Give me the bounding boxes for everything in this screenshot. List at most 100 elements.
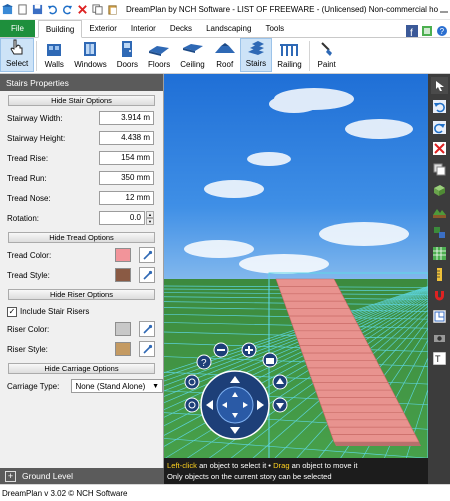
magnet-icon[interactable] bbox=[431, 287, 448, 304]
tread-run-input[interactable]: 350 mm bbox=[99, 171, 154, 185]
stair-tread[interactable] bbox=[291, 323, 362, 332]
riser-color-swatch[interactable] bbox=[115, 322, 131, 336]
stair-tread[interactable] bbox=[283, 300, 350, 309]
rotation-spinner[interactable]: ▲ ▼ bbox=[146, 211, 154, 225]
hide-carriage-options-button[interactable]: Hide Carriage Options bbox=[8, 363, 155, 374]
stair-tread[interactable] bbox=[275, 278, 339, 287]
roof-button[interactable]: Roof bbox=[210, 38, 240, 72]
railing-button[interactable]: Railing bbox=[272, 38, 306, 72]
select-button[interactable]: Select bbox=[0, 38, 35, 72]
box-object-icon[interactable] bbox=[431, 182, 448, 199]
tab-decks[interactable]: Decks bbox=[163, 20, 199, 37]
zoom-in-button[interactable] bbox=[241, 342, 257, 358]
stairs-button[interactable]: Stairs bbox=[239, 38, 273, 72]
new-icon[interactable] bbox=[15, 2, 30, 17]
floors-button[interactable]: Floors bbox=[143, 38, 175, 72]
cursor-tool-icon[interactable] bbox=[431, 77, 448, 94]
text-tool-icon[interactable]: T bbox=[431, 350, 448, 367]
stair-tread[interactable] bbox=[299, 345, 374, 354]
expand-plus-icon[interactable]: + bbox=[5, 470, 16, 482]
tread-style-picker-button[interactable] bbox=[139, 267, 155, 283]
camera-tool-icon[interactable] bbox=[431, 329, 448, 346]
stair-tread[interactable] bbox=[325, 419, 412, 428]
terrain-icon[interactable] bbox=[431, 203, 448, 220]
minimize-button[interactable] bbox=[438, 3, 450, 17]
navigation-widget[interactable]: ? bbox=[180, 342, 290, 452]
eyedropper-icon bbox=[142, 324, 152, 334]
tilt-down-icon[interactable] bbox=[272, 397, 288, 413]
stair-tread[interactable] bbox=[307, 367, 385, 376]
tread-style-swatch[interactable] bbox=[115, 268, 131, 282]
door-icon bbox=[117, 40, 137, 57]
stair-tread[interactable] bbox=[301, 352, 377, 361]
facebook-icon[interactable]: f bbox=[405, 24, 418, 37]
stair-tread[interactable] bbox=[286, 308, 354, 317]
stair-tread[interactable] bbox=[323, 412, 408, 421]
stair-tread[interactable] bbox=[296, 337, 370, 346]
stair-tread[interactable] bbox=[330, 434, 420, 443]
rotate-right-icon[interactable] bbox=[184, 397, 200, 413]
rotation-input[interactable]: 0.0 bbox=[99, 211, 145, 225]
tab-interior[interactable]: Interior bbox=[124, 20, 163, 37]
tab-tools[interactable]: Tools bbox=[258, 20, 291, 37]
paint-button[interactable]: Paint bbox=[312, 38, 342, 72]
doors-button[interactable]: Doors bbox=[112, 38, 143, 72]
tread-color-swatch[interactable] bbox=[115, 248, 131, 262]
zoom-out-button[interactable] bbox=[213, 342, 229, 358]
rotate-left-icon[interactable] bbox=[184, 374, 200, 390]
stair-tread[interactable] bbox=[304, 360, 381, 369]
hide-tread-options-button[interactable]: Hide Tread Options bbox=[8, 232, 155, 243]
camera-icon[interactable] bbox=[262, 352, 278, 368]
walls-button[interactable]: Walls bbox=[39, 38, 69, 72]
floor-plan-icon[interactable] bbox=[431, 308, 448, 325]
tread-color-picker-button[interactable] bbox=[139, 247, 155, 263]
ground-level-bar[interactable]: + Ground Level bbox=[0, 468, 164, 484]
stair-tread[interactable] bbox=[280, 293, 347, 302]
tilt-up-icon[interactable] bbox=[272, 374, 288, 390]
carriage-type-select[interactable]: None (Stand Alone) ▼ bbox=[71, 379, 163, 393]
stair-tread[interactable] bbox=[312, 382, 393, 391]
checkbox-box[interactable]: ✓ bbox=[7, 306, 17, 317]
stair-tread[interactable] bbox=[309, 375, 389, 384]
ribbon-bar-icon[interactable] bbox=[420, 24, 433, 37]
delete-tool-icon[interactable] bbox=[431, 140, 448, 157]
stair-tread[interactable] bbox=[315, 389, 397, 398]
hide-riser-options-button[interactable]: Hide Riser Options bbox=[8, 289, 155, 300]
stairway-height-input[interactable]: 4.438 m bbox=[99, 131, 154, 145]
riser-color-picker-button[interactable] bbox=[139, 321, 155, 337]
redo-tool-icon[interactable] bbox=[431, 119, 448, 136]
stair-tread[interactable] bbox=[320, 404, 405, 413]
paste-icon[interactable] bbox=[105, 2, 120, 17]
stair-tread[interactable] bbox=[294, 330, 366, 339]
help-icon[interactable]: ? bbox=[435, 24, 448, 37]
include-stair-risers-checkbox[interactable]: ✓ Include Stair Risers bbox=[0, 304, 163, 319]
stair-tread[interactable] bbox=[278, 286, 343, 295]
help-button[interactable]: ? bbox=[196, 354, 212, 370]
tab-building[interactable]: Building bbox=[37, 20, 83, 38]
riser-style-picker-button[interactable] bbox=[139, 341, 155, 357]
3d-viewport[interactable]: ? Left-click an object to select it • Dr… bbox=[164, 74, 428, 484]
stair-tread[interactable] bbox=[317, 397, 401, 406]
tread-nose-input[interactable]: 12 mm bbox=[99, 191, 154, 205]
grid-icon[interactable] bbox=[431, 245, 448, 262]
undo-icon[interactable] bbox=[45, 2, 60, 17]
redo-icon[interactable] bbox=[60, 2, 75, 17]
stair-tread[interactable] bbox=[288, 315, 358, 324]
delete-icon[interactable] bbox=[75, 2, 90, 17]
vertical-ruler-icon[interactable] bbox=[431, 266, 448, 283]
hide-stair-options-button[interactable]: Hide Stair Options bbox=[8, 95, 155, 106]
layers-icon[interactable] bbox=[431, 224, 448, 241]
undo-tool-icon[interactable] bbox=[431, 98, 448, 115]
ceiling-button[interactable]: Ceiling bbox=[175, 38, 209, 72]
windows-button[interactable]: Windows bbox=[69, 38, 111, 72]
tread-rise-input[interactable]: 154 mm bbox=[99, 151, 154, 165]
copy-tool-icon[interactable] bbox=[431, 161, 448, 178]
stair-tread[interactable] bbox=[328, 426, 416, 435]
tab-exterior[interactable]: Exterior bbox=[82, 20, 124, 37]
copy-icon[interactable] bbox=[90, 2, 105, 17]
save-icon[interactable] bbox=[30, 2, 45, 17]
stairway-width-input[interactable]: 3.914 m bbox=[99, 111, 154, 125]
riser-style-swatch[interactable] bbox=[115, 342, 131, 356]
tab-landscaping[interactable]: Landscaping bbox=[199, 20, 258, 37]
tab-file[interactable]: File bbox=[0, 20, 35, 37]
